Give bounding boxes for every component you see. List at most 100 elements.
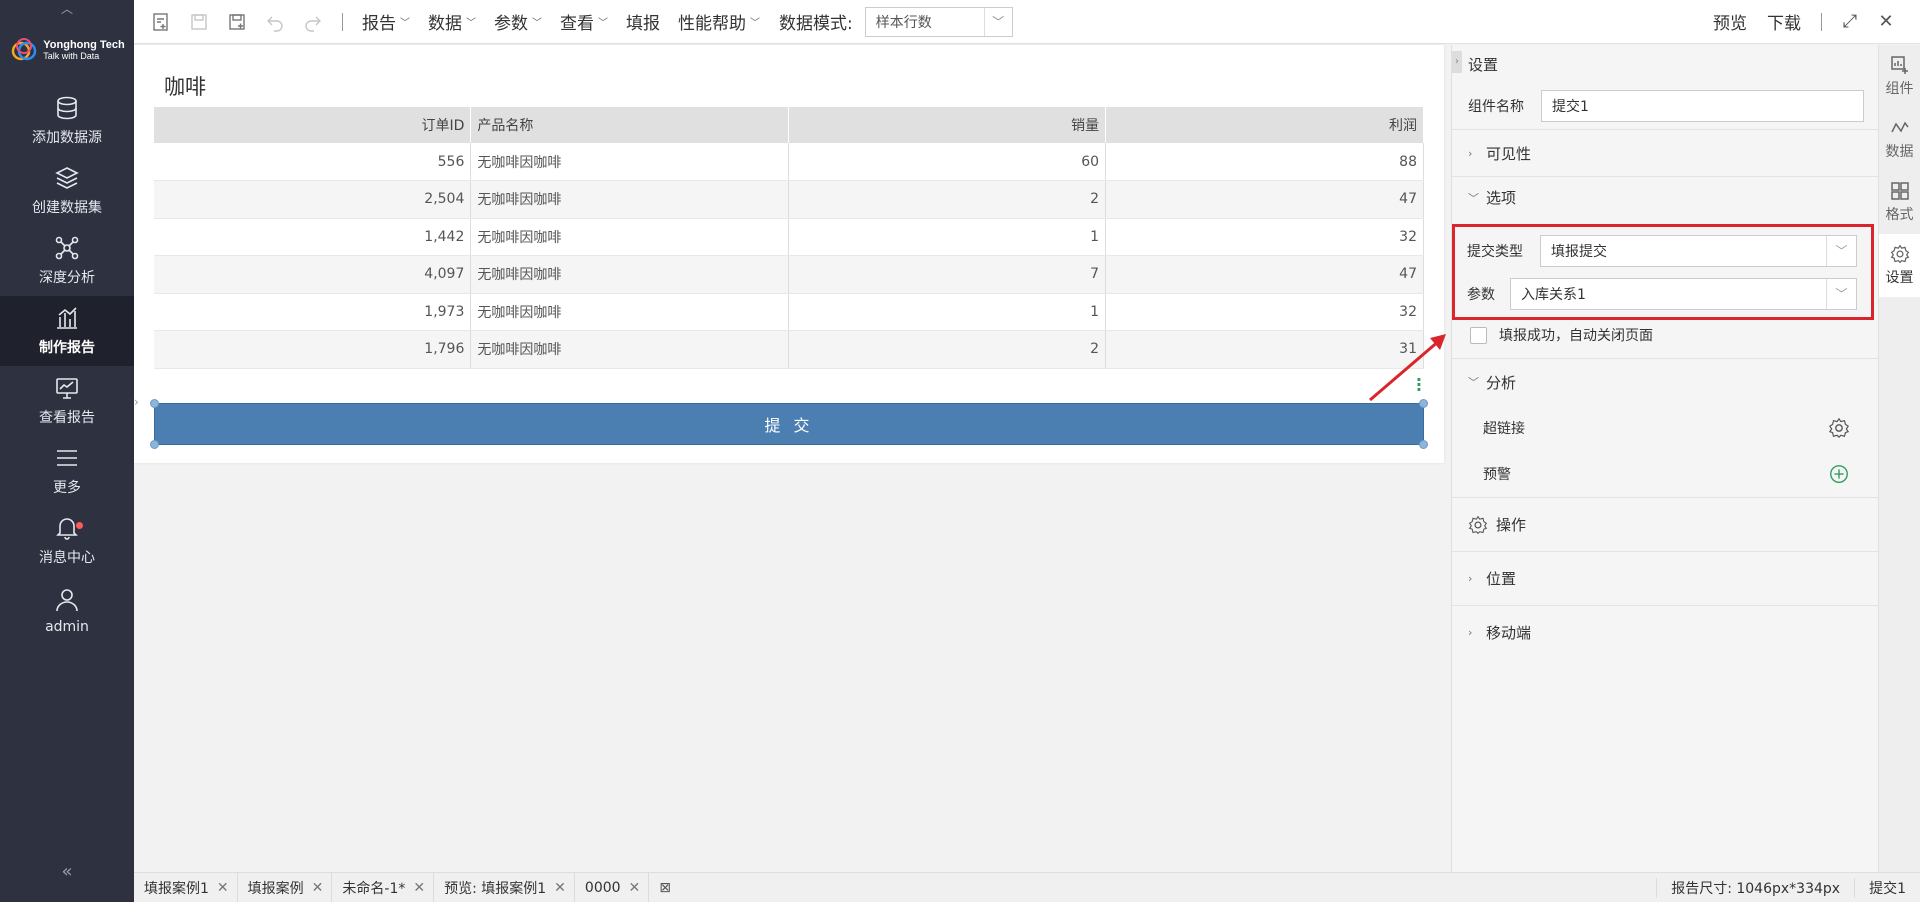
data-mode-select[interactable]: 样本行数 ﹀ bbox=[864, 6, 1013, 37]
chevron-right-icon[interactable]: › bbox=[134, 395, 144, 409]
table-cell[interactable]: 无咖啡因咖啡 bbox=[470, 330, 790, 369]
preview-button[interactable]: 预览 bbox=[1703, 9, 1757, 34]
table-row: 1,796 无咖啡因咖啡 2 31 bbox=[154, 330, 1424, 369]
column-header[interactable]: 订单ID bbox=[154, 107, 472, 143]
table-cell[interactable]: 无咖啡因咖啡 bbox=[470, 143, 790, 181]
gear-icon[interactable] bbox=[1828, 417, 1850, 439]
param-row: 参数 入库关系1 ﹀ bbox=[1455, 272, 1871, 315]
sidebar-item-make-report[interactable]: 制作报告 bbox=[0, 296, 134, 366]
collapse-panel-icon[interactable]: › bbox=[1452, 51, 1462, 73]
sidebar-item-more[interactable]: 更多 bbox=[0, 436, 134, 506]
tab-format[interactable]: 格式 bbox=[1879, 171, 1920, 234]
resize-handle[interactable] bbox=[150, 399, 159, 408]
bottom-tab[interactable]: 0000 ✕ bbox=[575, 872, 650, 902]
table-cell[interactable]: 4,097 bbox=[154, 255, 472, 294]
close-all-tabs-icon[interactable]: ⊠ bbox=[649, 880, 681, 896]
sidebar-item-user[interactable]: admin bbox=[0, 576, 134, 646]
table-cell[interactable]: 2 bbox=[788, 330, 1107, 369]
redo-button[interactable] bbox=[294, 0, 332, 44]
sidebar-item-view-report[interactable]: 查看报告 bbox=[0, 366, 134, 436]
table-cell[interactable]: 1,796 bbox=[154, 330, 472, 369]
resize-handle[interactable] bbox=[1419, 440, 1428, 449]
redo-icon bbox=[305, 16, 321, 32]
table-cell[interactable]: 7 bbox=[788, 255, 1107, 294]
table-cell[interactable]: 32 bbox=[1105, 218, 1424, 256]
collapse-up-icon[interactable]: ︿ bbox=[0, 0, 134, 16]
column-header[interactable]: 利润 bbox=[1105, 107, 1424, 143]
table-cell[interactable]: 47 bbox=[1105, 255, 1424, 294]
menu-view[interactable]: 查看 ﹀ bbox=[551, 9, 617, 34]
table-cell[interactable]: 1 bbox=[788, 293, 1107, 331]
table-cell[interactable]: 47 bbox=[1105, 180, 1424, 219]
auto-close-checkbox-row[interactable]: 填报成功，自动关闭页面 bbox=[1452, 320, 1878, 350]
column-header[interactable]: 销量 bbox=[788, 107, 1107, 143]
section-mobile[interactable]: › 移动端 bbox=[1452, 605, 1878, 659]
sidebar-item-deep-analysis[interactable]: 深度分析 bbox=[0, 226, 134, 296]
bottom-tab[interactable]: 填报案例1 ✕ bbox=[134, 872, 238, 902]
column-header[interactable]: 产品名称 bbox=[470, 107, 790, 143]
section-label: 操作 bbox=[1496, 516, 1527, 534]
close-icon[interactable]: ✕ bbox=[217, 880, 229, 896]
collapse-sidebar-icon[interactable]: « bbox=[0, 861, 134, 882]
bottom-tab[interactable]: 预览: 填报案例1 ✕ bbox=[434, 872, 575, 902]
sidebar-item-label: 制作报告 bbox=[39, 340, 95, 356]
bottom-tab[interactable]: 填报案例 ✕ bbox=[238, 872, 333, 902]
tab-settings[interactable]: 设置 bbox=[1879, 234, 1920, 297]
section-operation[interactable]: 操作 bbox=[1452, 497, 1878, 551]
component-name-input[interactable]: 提交1 bbox=[1541, 90, 1864, 122]
close-icon[interactable]: ✕ bbox=[554, 880, 566, 896]
sidebar-item-add-datasource[interactable]: 添加数据源 bbox=[0, 86, 134, 156]
menu-perf-help[interactable]: 性能帮助 ﹀ bbox=[669, 9, 769, 34]
table-cell[interactable]: 无咖啡因咖啡 bbox=[470, 180, 790, 219]
data-table[interactable]: 订单ID 产品名称 销量 利润 556 无咖啡因咖啡 60 88 2,504 无… bbox=[154, 107, 1424, 369]
menu-fill[interactable]: 填报 bbox=[617, 9, 669, 34]
menu-report[interactable]: 报告 ﹀ bbox=[353, 9, 419, 34]
resize-handle[interactable] bbox=[150, 440, 159, 449]
tab-component[interactable]: 组件 bbox=[1879, 45, 1920, 108]
submit-button[interactable]: 提 交 bbox=[154, 403, 1424, 445]
save-as-button[interactable] bbox=[218, 0, 256, 44]
section-analysis[interactable]: ﹀ 分析 bbox=[1452, 358, 1878, 405]
param-select[interactable]: 入库关系1 ﹀ bbox=[1510, 277, 1857, 310]
table-cell[interactable]: 无咖啡因咖啡 bbox=[470, 293, 790, 331]
table-cell[interactable]: 无咖啡因咖啡 bbox=[470, 255, 790, 294]
download-button[interactable]: 下载 bbox=[1757, 9, 1811, 34]
submit-component[interactable]: 提 交 bbox=[150, 399, 1428, 449]
gear-icon bbox=[1890, 244, 1909, 264]
table-cell[interactable]: 2 bbox=[788, 180, 1107, 219]
close-icon[interactable]: ✕ bbox=[312, 880, 324, 896]
table-cell[interactable]: 556 bbox=[154, 143, 472, 181]
sidebar-item-create-dataset[interactable]: 创建数据集 bbox=[0, 156, 134, 226]
table-cell[interactable]: 60 bbox=[788, 143, 1107, 181]
undo-button[interactable] bbox=[256, 0, 294, 44]
auto-close-checkbox[interactable] bbox=[1470, 326, 1487, 344]
gear-icon bbox=[1468, 515, 1488, 534]
table-cell[interactable]: 88 bbox=[1105, 143, 1424, 181]
new-report-button[interactable] bbox=[142, 0, 180, 44]
add-circle-icon[interactable] bbox=[1828, 463, 1850, 485]
section-options[interactable]: ﹀ 选项 bbox=[1452, 176, 1878, 218]
table-cell[interactable]: 无咖啡因咖啡 bbox=[470, 218, 790, 256]
save-button[interactable] bbox=[180, 0, 218, 44]
tab-data[interactable]: 数据 bbox=[1879, 108, 1920, 171]
report-title: 咖啡 bbox=[164, 75, 206, 99]
sidebar-item-messages[interactable]: 消息中心 bbox=[0, 506, 134, 576]
section-visibility[interactable]: › 可见性 bbox=[1452, 129, 1878, 176]
submit-type-select[interactable]: 填报提交 ﹀ bbox=[1540, 234, 1857, 267]
menu-parameter[interactable]: 参数 ﹀ bbox=[485, 9, 551, 34]
table-cell[interactable]: 1,973 bbox=[154, 293, 472, 331]
table-cell[interactable]: 2,504 bbox=[154, 180, 472, 219]
table-row: 556 无咖啡因咖啡 60 88 bbox=[154, 143, 1424, 181]
close-icon[interactable]: ✕ bbox=[629, 880, 641, 896]
close-icon[interactable]: ✕ bbox=[413, 880, 425, 896]
section-position[interactable]: › 位置 bbox=[1452, 551, 1878, 605]
table-cell[interactable]: 1 bbox=[788, 218, 1107, 256]
table-cell[interactable]: 1,442 bbox=[154, 218, 472, 256]
bottom-tab[interactable]: 未命名-1* ✕ bbox=[332, 872, 435, 902]
save-as-icon bbox=[229, 13, 245, 30]
fullscreen-icon[interactable]: ⤢ bbox=[1832, 11, 1868, 32]
chevron-down-icon: ﹀ bbox=[466, 18, 476, 29]
database-icon bbox=[57, 96, 77, 120]
close-icon[interactable]: ✕ bbox=[1868, 11, 1904, 32]
menu-data[interactable]: 数据 ﹀ bbox=[419, 9, 485, 34]
